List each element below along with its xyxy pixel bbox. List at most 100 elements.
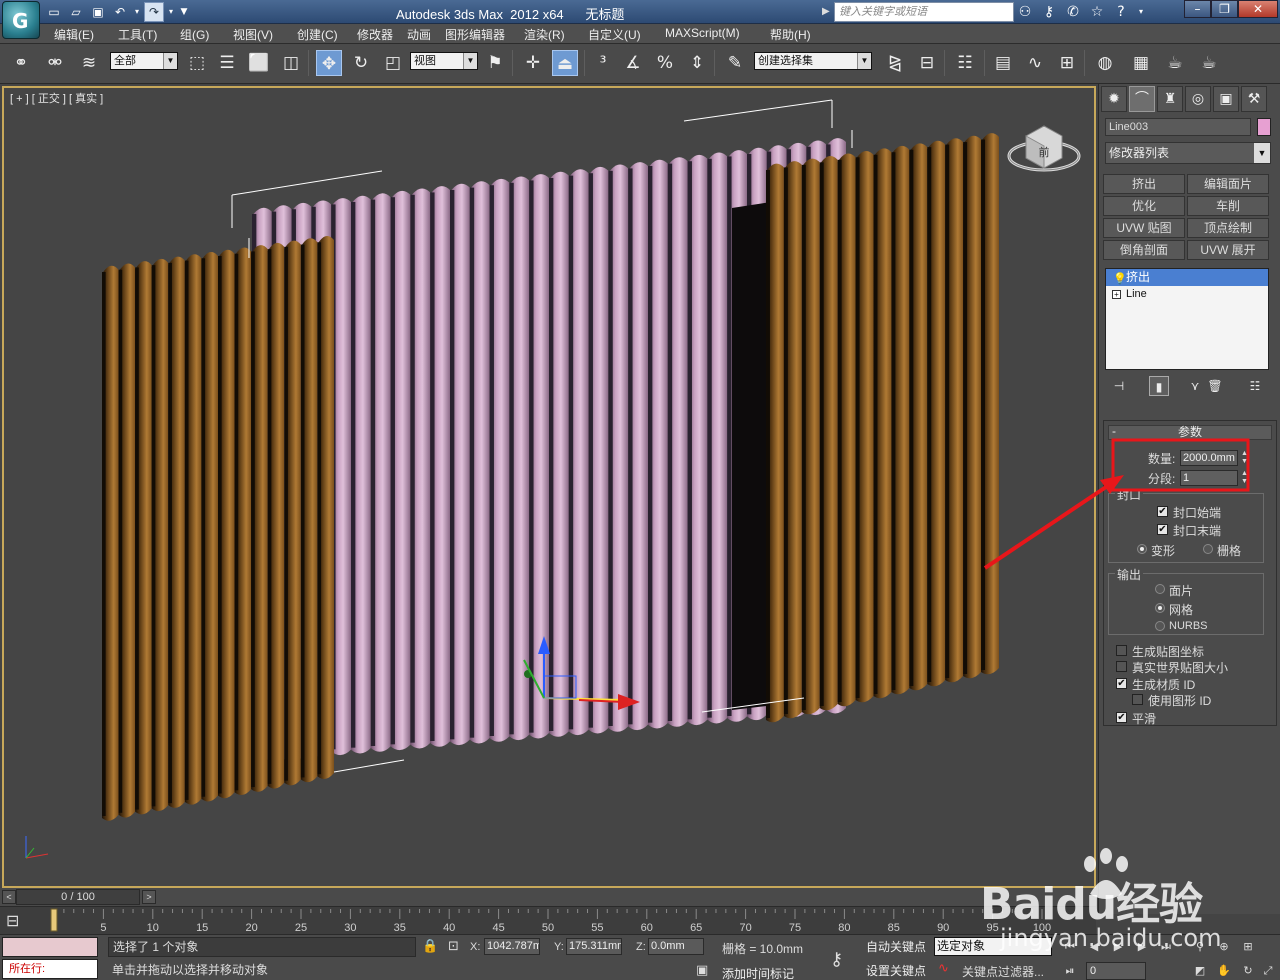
menu-edit[interactable]: 编辑(E) [54, 26, 94, 43]
nurbs-radio[interactable] [1155, 621, 1165, 631]
real-world-map-checkbox[interactable] [1116, 661, 1127, 672]
align-icon[interactable]: ⊟ [914, 50, 940, 76]
object-name-field[interactable]: Line003 [1105, 118, 1251, 136]
keyboard-shortcut-override-icon[interactable]: ⏏ [552, 50, 578, 76]
curve-editor-icon[interactable]: ∿ [1022, 50, 1048, 76]
time-tag-icon[interactable]: ▣ [696, 963, 708, 978]
edit-patch-button[interactable]: 编辑面片 [1187, 174, 1269, 194]
stack-item-extrude[interactable]: 💡 挤出 [1106, 269, 1268, 286]
remove-modifier-icon[interactable]: 🗑 [1205, 376, 1225, 396]
patch-radio[interactable] [1155, 584, 1165, 594]
key-mode-icon[interactable]: ⏯ [1060, 961, 1080, 980]
menu-maxscript[interactable]: MAXScript(M) [665, 26, 740, 40]
brown-curtain-left-mesh[interactable] [102, 236, 334, 821]
save-file-icon[interactable]: ▣ [88, 2, 108, 22]
add-time-tag-button[interactable]: 添加时间标记 [722, 965, 794, 980]
mesh-radio[interactable] [1155, 603, 1165, 613]
pink-curtain-mesh[interactable] [252, 138, 846, 762]
zoom-icon[interactable]: ⚲ [1190, 937, 1210, 957]
favorites-star-icon[interactable]: ☆ [1088, 2, 1106, 22]
search-input[interactable]: 键入关键字或短语 [834, 2, 1014, 22]
time-slider[interactable]: < 0 / 100 > [0, 888, 1096, 906]
segments-spinner[interactable]: 1 [1180, 470, 1238, 486]
percent-snap-icon[interactable]: % [652, 50, 678, 76]
spinner-arrows-icon[interactable]: ▲ ▼ [1240, 470, 1249, 486]
key-filters-button[interactable]: 关键点过滤器... [962, 963, 1044, 980]
pan-icon[interactable]: ✋ [1214, 961, 1234, 980]
viewport-label[interactable]: [ + ] [ 正交 ] [ 真实 ] [10, 90, 103, 106]
unlink-icon[interactable]: ⚮ [42, 50, 68, 76]
utilities-tab-icon[interactable]: ⚒ [1241, 86, 1267, 112]
auto-key-button[interactable]: 自动关键点 [866, 938, 926, 955]
brown-curtain-right-mesh[interactable] [766, 133, 999, 723]
set-key-button[interactable]: 设置关键点 [866, 962, 926, 979]
zoom-all-icon[interactable]: ⊕ [1214, 937, 1234, 957]
object-color-swatch[interactable] [1257, 118, 1271, 136]
select-object-icon[interactable]: ⬚ [184, 50, 210, 76]
menu-modifiers[interactable]: 修改器 [357, 26, 393, 43]
schematic-view-icon[interactable]: ⊞ [1054, 50, 1080, 76]
communication-icon[interactable]: ✆ [1064, 2, 1082, 22]
extrude-button[interactable]: 挤出 [1103, 174, 1185, 194]
field-of-view-icon[interactable]: ◩ [1190, 961, 1210, 980]
edit-named-selection-icon[interactable]: ✎ [722, 50, 748, 76]
zoom-extents-icon[interactable]: ⊞ [1238, 937, 1258, 957]
reference-coordinate-dropdown[interactable]: 视图 ▼ [410, 52, 478, 70]
show-end-result-icon[interactable]: ▮ [1149, 376, 1169, 396]
time-slider-thumb[interactable]: 0 / 100 [16, 889, 140, 905]
bind-space-warp-icon[interactable]: ≋ [76, 50, 102, 76]
play-icon[interactable]: ▶ [1108, 937, 1128, 957]
spinner-arrows-icon[interactable]: ▲ ▼ [1240, 450, 1249, 466]
menu-tools[interactable]: 工具(T) [118, 26, 157, 43]
select-and-rotate-icon[interactable]: ↻ [348, 50, 374, 76]
stack-item-line[interactable]: + Line [1106, 286, 1268, 303]
subscription-key-icon[interactable]: ⚷ [1040, 2, 1058, 22]
next-frame-icon[interactable]: > [142, 890, 156, 904]
redo-icon[interactable]: ↷ [144, 2, 164, 22]
absolute-mode-icon[interactable]: ⊡ [448, 939, 459, 954]
link-icon[interactable]: ⚭ [8, 50, 34, 76]
vertex-paint-button[interactable]: 顶点绘制 [1187, 218, 1269, 238]
menu-group[interactable]: 组(G) [180, 26, 209, 43]
make-unique-icon[interactable]: ⋎ [1185, 376, 1205, 396]
perspective-viewport[interactable]: [ + ] [ 正交 ] [ 真实 ] 前 [2, 86, 1096, 888]
modify-tab-icon[interactable]: ⌒ [1129, 86, 1155, 112]
app-logo-button[interactable]: G [2, 1, 40, 39]
display-tab-icon[interactable]: ▣ [1213, 86, 1239, 112]
help-dropdown-icon[interactable]: ▾ [1136, 2, 1146, 22]
select-and-scale-icon[interactable]: ◰ [380, 50, 406, 76]
cap-end-checkbox[interactable]: ✔ [1157, 524, 1168, 535]
new-file-icon[interactable]: ▭ [44, 2, 64, 22]
mirror-icon[interactable]: ⧎ [882, 50, 908, 76]
binoculars-icon[interactable]: ⚇ [1016, 2, 1034, 22]
configure-modifier-sets-icon[interactable]: ☷ [1245, 376, 1265, 396]
maxscript-listener-output[interactable]: 所在行: [2, 959, 98, 979]
help-icon[interactable]: ? [1112, 2, 1130, 22]
minimize-icon[interactable]: – [1184, 0, 1211, 18]
menu-create[interactable]: 创建(C) [297, 26, 338, 43]
track-bar[interactable]: ⊟ 05101520253035404550556065707580859095… [0, 906, 1096, 934]
cap-start-checkbox[interactable]: ✔ [1157, 506, 1168, 517]
morph-radio[interactable] [1137, 544, 1147, 554]
pin-stack-icon[interactable]: ⊣ [1109, 376, 1129, 396]
undo-icon[interactable]: ↶ [110, 2, 130, 22]
maximize-viewport-icon[interactable]: ⤢ [1258, 961, 1278, 980]
modifier-list-dropdown[interactable]: 修改器列表 ▼ [1105, 142, 1271, 164]
menu-rendering[interactable]: 渲染(R) [524, 26, 565, 43]
rendered-frame-window-icon[interactable]: ☕ [1162, 50, 1188, 76]
selection-filter-dropdown[interactable]: 全部 ▼ [110, 52, 178, 70]
menu-graph-editors[interactable]: 图形编辑器 [445, 26, 505, 43]
customize-quick-access-icon[interactable]: ▼ [178, 2, 190, 22]
window-crossing-icon[interactable]: ◫ [278, 50, 304, 76]
parameters-rollout-header[interactable]: - 参数 [1108, 425, 1272, 440]
viewcube[interactable]: 前 [1004, 118, 1084, 178]
key-selection-dropdown[interactable]: 选定对象 [934, 937, 1052, 956]
bevel-profile-button[interactable]: 倒角剖面 [1103, 240, 1185, 260]
render-setup-icon[interactable]: ▦ [1128, 50, 1154, 76]
gen-map-coords-checkbox[interactable] [1116, 645, 1127, 656]
expand-plus-icon[interactable]: + [1112, 290, 1121, 299]
maxscript-listener-input[interactable] [2, 937, 98, 957]
manipulate-icon[interactable]: ✛ [520, 50, 546, 76]
z-coordinate-field[interactable]: 0.0mm [648, 938, 704, 955]
current-frame-marker[interactable] [50, 908, 58, 932]
